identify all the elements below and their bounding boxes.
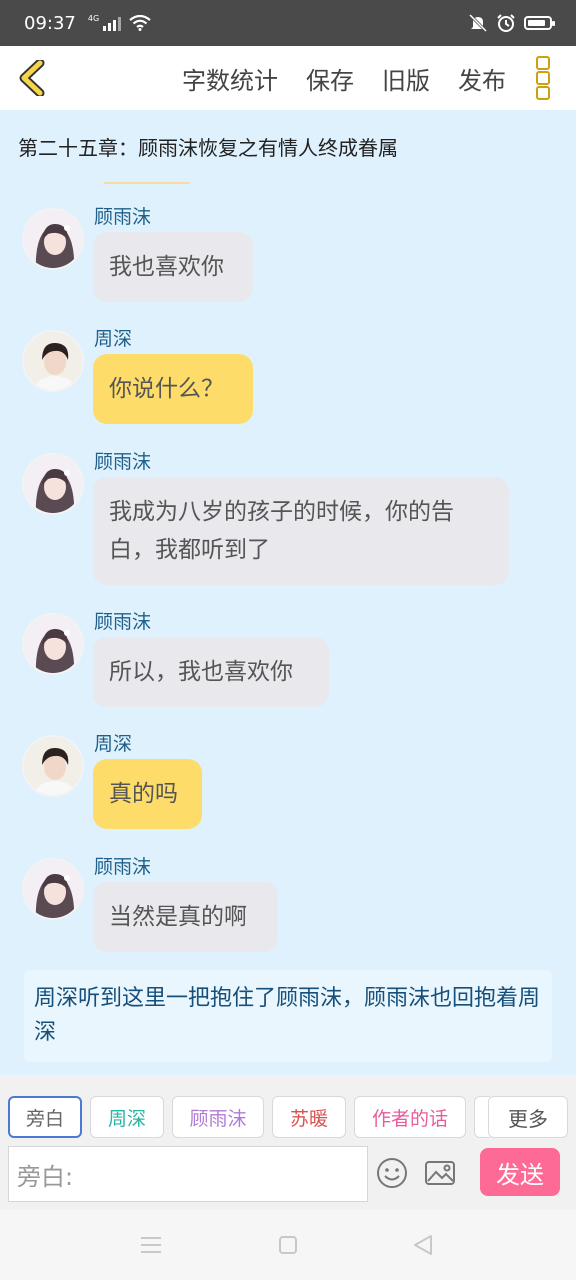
role-tab-narrator[interactable]: 旁白	[8, 1096, 82, 1138]
editor-toolbar: 字数统计 保存 旧版 发布	[0, 46, 576, 110]
home-icon[interactable]	[278, 1235, 298, 1255]
role-tab-gu-yumo[interactable]: 顾雨沫	[172, 1096, 264, 1138]
back-nav-icon[interactable]	[412, 1234, 434, 1256]
battery-icon	[524, 16, 555, 30]
back-arrow-icon[interactable]	[16, 60, 46, 96]
system-nav-bar	[0, 1210, 576, 1280]
status-bar: 09:37 4G	[0, 0, 576, 46]
message-bubble[interactable]: 我也喜欢你	[93, 232, 253, 302]
speaker-name: 顾雨沫	[94, 856, 152, 878]
wifi-icon	[129, 15, 151, 31]
word-count-button[interactable]: 字数统计	[182, 61, 278, 96]
avatar-female[interactable]	[22, 858, 84, 920]
role-selector: 旁白 周深 顾雨沫 苏暖 作者的话	[8, 1096, 490, 1138]
message-bubble[interactable]: 所以，我也喜欢你	[93, 637, 329, 707]
publish-button[interactable]: 发布	[458, 61, 506, 96]
message-bubble[interactable]: 当然是真的啊	[93, 882, 278, 952]
message-input[interactable]: 旁白:	[8, 1146, 368, 1202]
avatar-female[interactable]	[22, 453, 84, 515]
save-button[interactable]: 保存	[306, 61, 354, 96]
speaker-name: 顾雨沫	[94, 206, 152, 228]
narration-text[interactable]: 周深听到这里一把抱住了顾雨沫，顾雨沫也回抱着周深	[24, 970, 552, 1062]
alarm-icon	[497, 14, 515, 32]
more-menu-icon[interactable]	[536, 56, 552, 100]
emoji-icon[interactable]	[376, 1157, 408, 1189]
speaker-name: 周深	[94, 733, 133, 755]
menu-icon[interactable]	[140, 1235, 162, 1255]
avatar-male[interactable]	[22, 735, 84, 797]
avatar-female[interactable]	[22, 613, 84, 675]
mute-icon	[468, 13, 488, 33]
role-tab-author-note[interactable]: 作者的话	[354, 1096, 466, 1138]
message-bubble[interactable]: 你说什么？	[93, 354, 253, 424]
role-tab-zhou-shen[interactable]: 周深	[90, 1096, 164, 1138]
old-version-button[interactable]: 旧版	[382, 61, 430, 96]
speaker-name: 顾雨沫	[94, 451, 152, 473]
status-time: 09:37	[24, 12, 76, 34]
role-tab-su-nuan[interactable]: 苏暖	[272, 1096, 346, 1138]
speaker-name: 顾雨沫	[94, 611, 152, 633]
network-type: 4G	[87, 14, 100, 23]
avatar-male[interactable]	[22, 330, 84, 392]
message-bubble[interactable]: 我成为八岁的孩子的时候，你的告白，我都听到了	[93, 477, 509, 585]
speaker-name: 周深	[94, 328, 133, 350]
divider	[104, 182, 190, 184]
signal-icon: 4G	[87, 14, 122, 31]
chat-area[interactable]: 第二十五章：顾雨沫恢复之有情人终成眷属 顾雨沫 我也喜欢你 周深 你说什么？ 顾…	[0, 110, 576, 1075]
image-icon[interactable]	[424, 1157, 456, 1189]
avatar-female[interactable]	[22, 208, 84, 270]
send-button[interactable]: 发送	[480, 1148, 560, 1196]
more-roles-button[interactable]: 更多	[488, 1096, 568, 1138]
composer-panel: 旁白 周深 顾雨沫 苏暖 作者的话 更多 旁白: 发送	[0, 1075, 576, 1210]
chapter-title: 第二十五章：顾雨沫恢复之有情人终成眷属	[18, 136, 398, 160]
message-bubble[interactable]: 真的吗	[93, 759, 202, 829]
